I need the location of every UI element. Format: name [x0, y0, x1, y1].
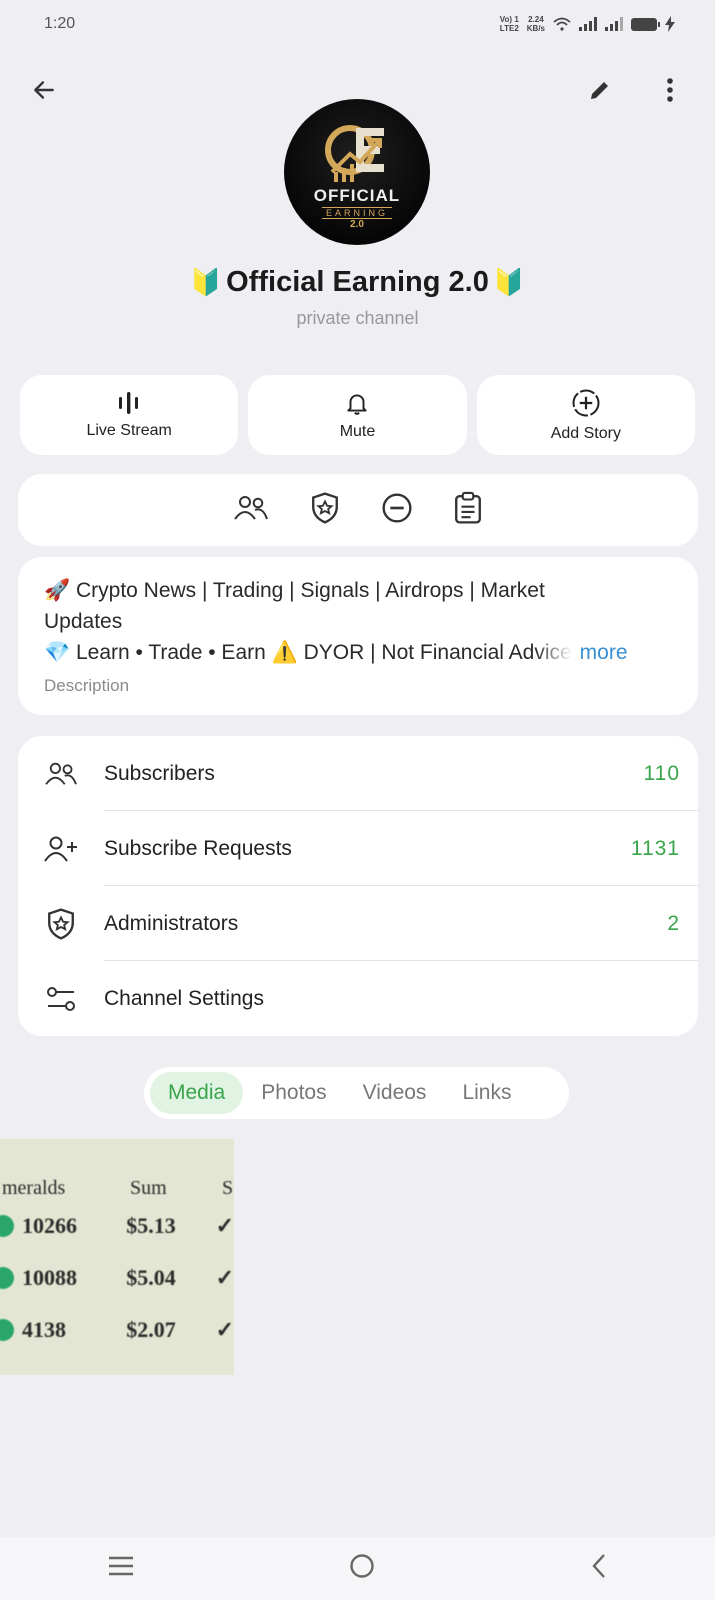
emerald-icon — [0, 1319, 14, 1341]
admin-shield-icon — [312, 491, 338, 524]
thumb-header-row: meralds Sum S — [2, 1177, 234, 1199]
channel-settings-row[interactable]: Channel Settings — [18, 961, 698, 1036]
mute-label: Mute — [339, 422, 376, 440]
arrow-left-icon — [34, 81, 54, 99]
tab-photos[interactable]: Photos — [243, 1072, 344, 1114]
system-back-button[interactable] — [589, 1552, 609, 1585]
subscribe-requests-row[interactable]: Subscribe Requests 1131 — [18, 811, 698, 886]
thumb-row: 10266 $5.13 ✓ — [0, 1200, 234, 1252]
media-thumbnail[interactable]: meralds Sum S 10266 $5.13 ✓ 10088 $5.04 ✓ … — [0, 1139, 234, 1375]
add-story-icon — [572, 389, 600, 416]
bell-icon — [347, 393, 368, 415]
mute-button[interactable]: Mute — [248, 375, 467, 455]
title-emoji-left: 🔰 — [189, 267, 223, 297]
action-buttons: Live Stream Mute Add Story — [20, 375, 695, 455]
administrators-row[interactable]: Administrators 2 — [18, 886, 698, 961]
more-options-button[interactable] — [648, 68, 692, 112]
subscribers-count: 110 — [643, 761, 680, 785]
back-button[interactable] — [22, 68, 66, 112]
subscribers-label: Subscribers — [104, 761, 215, 785]
thumb-row: 4138 $2.07 ✓ — [0, 1304, 234, 1356]
emerald-icon — [0, 1215, 14, 1237]
home-button[interactable] — [348, 1552, 376, 1585]
restrict-icon — [382, 492, 412, 523]
title-emoji-right: 🔰 — [492, 267, 526, 297]
description-label: Description — [44, 676, 130, 695]
logo-text-version: 2.0 — [350, 219, 364, 230]
shield-star-icon — [48, 907, 74, 940]
tab-media[interactable]: Media — [150, 1072, 244, 1114]
charging-icon — [665, 16, 675, 32]
network-speed: 2.24 KB/s — [526, 15, 545, 33]
tab-videos[interactable]: Videos — [345, 1072, 445, 1114]
tab-links[interactable]: Links — [444, 1072, 529, 1114]
status-time: 1:20 — [44, 15, 76, 32]
description-line-2: Updates — [44, 610, 123, 633]
signal-1-icon — [579, 17, 597, 31]
recent-actions-button[interactable] — [453, 491, 483, 530]
recents-button[interactable] — [107, 1555, 135, 1582]
channel-title: Official Earning 2.0 — [226, 266, 489, 298]
thumb-row: 10088 $5.04 ✓ — [0, 1252, 234, 1304]
channel-title-row: 🔰 Official Earning 2.0 🔰 — [0, 266, 715, 299]
members-button[interactable] — [233, 493, 269, 528]
status-bar: 1:20 Vo) 1 LTE2 2.24 KB/s — [0, 0, 715, 48]
volte-indicator: Vo) 1 LTE2 — [499, 15, 519, 33]
channel-avatar[interactable]: OFFICIAL EARNING 2.0 — [284, 99, 430, 245]
subscribe-requests-count: 1131 — [630, 836, 680, 860]
quick-icons-row — [18, 474, 698, 546]
more-vertical-icon — [667, 78, 673, 102]
emerald-icon — [0, 1267, 14, 1289]
user-add-icon — [44, 836, 77, 862]
users-icon — [45, 762, 77, 785]
live-stream-button[interactable]: Live Stream — [20, 375, 239, 455]
wifi-icon — [553, 17, 571, 31]
description-line-3: 💎 Learn • Trade • Earn ⚠️ DYOR | Not Fin… — [44, 637, 672, 668]
channel-settings-label: Channel Settings — [104, 986, 264, 1010]
status-icons: Vo) 1 LTE2 2.24 KB/s — [500, 15, 675, 33]
signal-2-icon — [605, 17, 623, 31]
restrict-button[interactable] — [381, 492, 413, 529]
logo-text-earning: EARNING — [321, 207, 392, 219]
description-line-1: 🚀 Crypto News | Trading | Signals | Aird… — [44, 579, 545, 602]
menu-icon — [108, 1556, 133, 1576]
settings-sliders-icon — [47, 986, 75, 1011]
members-icon — [234, 495, 268, 520]
administrators-count: 2 — [667, 911, 680, 935]
chevron-left-icon — [591, 1554, 605, 1578]
channel-info-card: Subscribers 110 Subscribe Requests 1131 … — [18, 736, 698, 1036]
clipboard-icon — [455, 491, 481, 524]
admins-button[interactable] — [309, 491, 341, 530]
administrators-label: Administrators — [104, 911, 239, 935]
logo-mark-icon — [325, 125, 384, 182]
channel-subtitle: private channel — [296, 308, 419, 328]
logo-text-official: OFFICIAL — [313, 186, 401, 205]
more-link[interactable]: more — [580, 637, 628, 668]
system-nav-bar — [0, 1537, 715, 1600]
live-stream-label: Live Stream — [86, 421, 172, 439]
battery-icon — [631, 17, 660, 31]
pencil-icon — [591, 82, 608, 99]
description-card: 🚀 Crypto News | Trading | Signals | Aird… — [18, 557, 698, 715]
add-story-button[interactable]: Add Story — [476, 375, 695, 455]
subscribe-requests-label: Subscribe Requests — [104, 836, 292, 860]
home-circle-icon — [349, 1554, 374, 1578]
edit-button[interactable] — [578, 68, 622, 112]
live-stream-icon — [119, 391, 139, 414]
add-story-label: Add Story — [550, 424, 621, 442]
media-tabs: Media Photos Videos Links — [144, 1067, 569, 1119]
subscribers-row[interactable]: Subscribers 110 — [18, 736, 698, 811]
